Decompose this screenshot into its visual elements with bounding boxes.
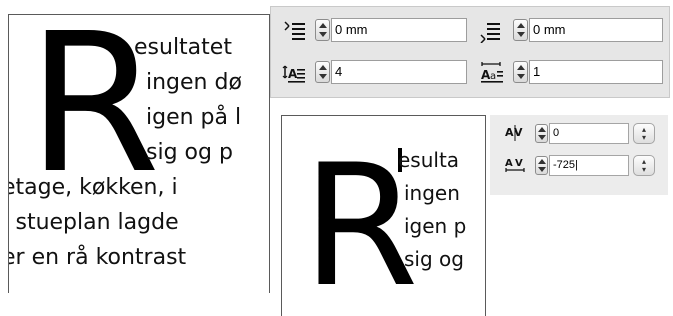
drop-cap-characters-field[interactable]: 1 <box>529 60 663 84</box>
tracking-icon: A V <box>504 155 526 175</box>
svg-text:A: A <box>505 158 513 169</box>
svg-text:A: A <box>505 126 514 139</box>
svg-text:A: A <box>288 67 298 81</box>
kerning-stepper[interactable] <box>535 124 548 143</box>
text-line: etage, køkken, i <box>8 175 178 200</box>
text-line: ingen <box>404 181 460 205</box>
text-line: igen på l <box>146 105 242 130</box>
kerning-icon: A V <box>504 123 526 143</box>
stepper-down-icon[interactable] <box>517 74 525 79</box>
drop-cap-characters-stepper[interactable] <box>513 61 528 83</box>
stepper-up-icon[interactable] <box>517 23 525 28</box>
right-indent-stepper[interactable] <box>513 19 528 41</box>
text-frame-right[interactable]: R esulta ingen igen p sig og <box>281 115 486 316</box>
text-line: esultatet <box>134 35 232 60</box>
kerning-dropdown-button[interactable]: ▴ ▾ <box>633 123 655 144</box>
character-kerning-panel: A V 0 ▴ ▾ A V -725| ▴ ▾ <box>490 115 668 195</box>
drop-cap-characters-icon: A a <box>479 61 505 85</box>
kerning-field[interactable]: 0 <box>549 123 629 144</box>
stepper-up-icon[interactable] <box>538 159 546 164</box>
stepper-down-icon[interactable] <box>517 32 525 37</box>
text-line: ingen dø <box>146 70 242 95</box>
stepper-up-icon[interactable] <box>319 65 327 70</box>
right-indent-icon <box>479 19 505 44</box>
stepper-up-icon[interactable] <box>538 127 546 132</box>
left-indent-field[interactable]: 0 mm <box>331 18 467 42</box>
text-line: esulta <box>398 148 460 172</box>
text-line: sig og p <box>146 140 233 165</box>
tracking-dropdown-button[interactable]: ▴ ▾ <box>633 155 655 176</box>
stepper-up-icon[interactable] <box>517 65 525 70</box>
drop-cap-lines-field[interactable]: 4 <box>331 60 467 84</box>
left-indent-stepper[interactable] <box>315 19 330 41</box>
drop-cap-lines-stepper[interactable] <box>315 61 330 83</box>
right-indent-field[interactable]: 0 mm <box>529 18 663 42</box>
stepper-down-icon[interactable] <box>319 32 327 37</box>
svg-text:V: V <box>515 158 523 169</box>
text-line: igen p <box>404 214 467 238</box>
stepper-down-icon[interactable] <box>538 167 546 172</box>
svg-text:a: a <box>490 71 496 82</box>
stepper-down-icon[interactable] <box>538 135 546 140</box>
tracking-field[interactable]: -725| <box>549 155 629 176</box>
stepper-down-icon[interactable] <box>319 74 327 79</box>
text-line: er en rå kontrast <box>8 245 187 270</box>
paragraph-control-panel: 0 mm 0 mm A 4 A a 1 <box>270 6 670 98</box>
text-frame-left[interactable]: R esultatet ingen dø igen på l sig og p … <box>8 14 270 293</box>
text-line: sig og <box>404 247 464 271</box>
left-indent-icon <box>281 19 307 43</box>
drop-cap-lines-icon: A <box>281 62 307 86</box>
stepper-up-icon[interactable] <box>319 23 327 28</box>
text-line: I stueplan lagde <box>8 210 179 235</box>
tracking-stepper[interactable] <box>535 156 548 175</box>
